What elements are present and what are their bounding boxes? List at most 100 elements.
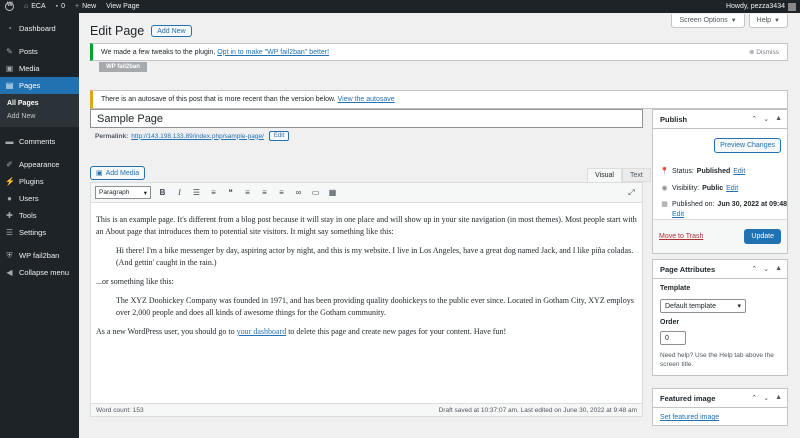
dismiss-notice-button[interactable]: ⊗ Dismiss bbox=[748, 48, 787, 57]
settings-icon: ☰ bbox=[5, 228, 14, 237]
edit-permalink-button[interactable]: Edit bbox=[268, 131, 290, 141]
page-attributes-box: Page Attributes ⌃ ⌄ ▲ Template Default tem… bbox=[652, 259, 788, 376]
chevron-up-icon[interactable]: ⌃ bbox=[751, 394, 757, 402]
dashboard-link[interactable]: your dashboard bbox=[237, 327, 287, 336]
pages-icon: ▤ bbox=[5, 81, 14, 90]
account-menu[interactable]: Howdy, pezza3434 bbox=[726, 2, 800, 11]
wp-logo-button[interactable] bbox=[0, 0, 19, 13]
brush-icon: ✐ bbox=[6, 160, 13, 169]
chevron-up-icon[interactable]: ⌃ bbox=[751, 265, 757, 273]
permalink: Permalink: http://143.198.133.89/index.p… bbox=[95, 131, 290, 141]
site-name-link[interactable]: ⌂ ECA bbox=[19, 0, 51, 13]
fullscreen-icon[interactable]: ⤢ bbox=[626, 188, 637, 198]
chevron-down-icon[interactable]: ⌄ bbox=[763, 265, 769, 273]
new-content-link[interactable]: + New bbox=[70, 0, 101, 13]
blockquote-icon[interactable]: ❝ bbox=[225, 188, 236, 197]
numbered-list-icon[interactable]: ≡ bbox=[208, 188, 219, 197]
close-icon: ⊗ bbox=[748, 49, 757, 56]
admin-bar: ⌂ECA ▪0 +New View Page Howdy, pezza3434 bbox=[0, 0, 800, 13]
bullet-list-icon[interactable]: ☰ bbox=[191, 188, 202, 197]
caret-down-icon: ▼ bbox=[774, 17, 780, 24]
caret-up-icon[interactable]: ▲ bbox=[775, 394, 782, 402]
comments-icon: ▬ bbox=[5, 137, 14, 146]
tab-visual[interactable]: Visual bbox=[587, 168, 622, 182]
paragraph: This is an example page. It's different … bbox=[96, 215, 637, 236]
sidebar-item-posts[interactable]: ✎ Posts bbox=[0, 43, 79, 60]
sidebar-item-comments[interactable]: ▬ Comments bbox=[0, 133, 79, 150]
media-icon: ▣ bbox=[5, 64, 14, 73]
view-autosave-link[interactable]: View the autosave bbox=[338, 96, 395, 103]
calendar-icon: ▦ bbox=[661, 201, 668, 208]
pages-submenu: All Pages Add New bbox=[0, 94, 79, 127]
order-label: Order bbox=[660, 319, 680, 326]
sidebar-item-dashboard[interactable]: ◔ Dashboard bbox=[0, 20, 79, 37]
sidebar-item-media[interactable]: ▣ Media bbox=[0, 60, 79, 77]
tab-text[interactable]: Text bbox=[621, 168, 651, 182]
plugin-notice-tag: WP fail2ban bbox=[99, 62, 147, 72]
template-select[interactable]: Default template ▾ bbox=[660, 299, 746, 313]
attributes-help-text: Need help? Use the Help tab above the sc… bbox=[660, 352, 774, 368]
post-title-input[interactable]: Sample Page bbox=[90, 109, 643, 128]
read-more-icon[interactable]: ▭ bbox=[310, 188, 321, 197]
add-media-button[interactable]: ▣ Add Media bbox=[90, 166, 146, 180]
editor-content[interactable]: This is an example page. It's different … bbox=[91, 203, 642, 338]
sidebar-item-pages[interactable]: ▤ Pages bbox=[0, 77, 79, 94]
sidebar-item-plugins[interactable]: ⚡ Plugins bbox=[0, 173, 79, 190]
sidebar-item-users[interactable]: ● Users bbox=[0, 190, 79, 207]
align-center-icon[interactable]: ≡ bbox=[259, 188, 270, 197]
comment-icon: ▪ bbox=[55, 3, 59, 10]
align-left-icon[interactable]: ≡ bbox=[242, 188, 253, 197]
align-right-icon[interactable]: ≡ bbox=[276, 188, 287, 197]
caret-up-icon[interactable]: ▲ bbox=[775, 115, 782, 123]
permalink-url-link[interactable]: http://143.198.133.89/index.php/sample-p… bbox=[131, 133, 264, 140]
paragraph: As a new WordPress user, you should go t… bbox=[96, 327, 507, 336]
italic-icon[interactable]: I bbox=[174, 188, 185, 197]
set-featured-image-link[interactable]: Set featured image bbox=[660, 414, 719, 421]
chevron-up-icon[interactable]: ⌃ bbox=[751, 115, 757, 123]
bold-icon[interactable]: B bbox=[157, 188, 168, 197]
plugin-notice: We made a few tweaks to the plugin, Opt … bbox=[90, 43, 788, 61]
add-new-page-button[interactable]: Add New bbox=[151, 25, 192, 37]
screen-options-button[interactable]: Screen Options ▼ bbox=[671, 14, 745, 28]
edit-date-link[interactable]: Edit bbox=[672, 211, 684, 218]
plugin-icon: ⚡ bbox=[5, 177, 15, 186]
format-select[interactable]: Paragraph ▾ bbox=[95, 186, 151, 199]
order-input[interactable]: 0 bbox=[660, 331, 686, 345]
chevron-down-icon[interactable]: ⌄ bbox=[763, 394, 769, 402]
comments-link[interactable]: ▪ 0 bbox=[51, 0, 70, 13]
page-heading: Edit Page Add New bbox=[90, 24, 192, 38]
submenu-all-pages[interactable]: All Pages bbox=[0, 97, 79, 110]
submenu-add-new[interactable]: Add New bbox=[0, 110, 79, 123]
edit-status-link[interactable]: Edit bbox=[733, 168, 745, 175]
opt-in-link[interactable]: Opt in to make "WP fail2ban" better! bbox=[217, 49, 329, 56]
link-icon[interactable]: ∞ bbox=[293, 188, 304, 197]
sidebar-item-settings[interactable]: ☰ Settings bbox=[0, 224, 79, 241]
eye-icon: ◉ bbox=[661, 185, 668, 192]
caret-up-icon[interactable]: ▲ bbox=[775, 265, 782, 273]
autosave-notice: There is an autosave of this post that i… bbox=[90, 90, 788, 109]
blockquote: The XYZ Doohickey Company was founded in… bbox=[116, 296, 634, 317]
sidebar-item-tools[interactable]: ✚ Tools bbox=[0, 207, 79, 224]
edit-visibility-link[interactable]: Edit bbox=[726, 185, 738, 192]
pin-icon: ✎ bbox=[6, 47, 13, 56]
pin-icon: 📍 bbox=[660, 168, 669, 175]
featured-image-header: Featured image ⌃ ⌄ ▲ bbox=[653, 389, 787, 408]
sidebar-item-appearance[interactable]: ✐ Appearance bbox=[0, 156, 79, 173]
collapse-menu-button[interactable]: ◀ Collapse menu bbox=[0, 264, 79, 281]
sidebar-item-wp-fail2ban[interactable]: ⛨ WP fail2ban bbox=[0, 247, 79, 264]
view-page-link[interactable]: View Page bbox=[101, 0, 144, 13]
avatar bbox=[788, 2, 796, 11]
content-editor: Paragraph ▾ B I ☰ ≡ ❝ ≡ ≡ ≡ ∞ ▭ ▦ ⤢ This … bbox=[90, 182, 643, 417]
publish-actions: Move to Trash Update bbox=[653, 219, 787, 253]
page-attributes-header: Page Attributes ⌃ ⌄ ▲ bbox=[653, 260, 787, 279]
chevron-down-icon[interactable]: ⌄ bbox=[763, 115, 769, 123]
update-button[interactable]: Update bbox=[744, 229, 781, 244]
help-button[interactable]: Help ▼ bbox=[748, 14, 788, 28]
preview-changes-button[interactable]: Preview Changes bbox=[714, 138, 781, 153]
move-to-trash-link[interactable]: Move to Trash bbox=[659, 233, 703, 240]
screen-meta-links: Screen Options ▼ Help ▼ bbox=[671, 14, 788, 28]
dashboard-icon: ◔ bbox=[7, 24, 12, 33]
toolbar-toggle-icon[interactable]: ▦ bbox=[327, 188, 338, 197]
collapse-icon: ◀ bbox=[6, 268, 13, 277]
media-icon: ▣ bbox=[96, 170, 103, 177]
